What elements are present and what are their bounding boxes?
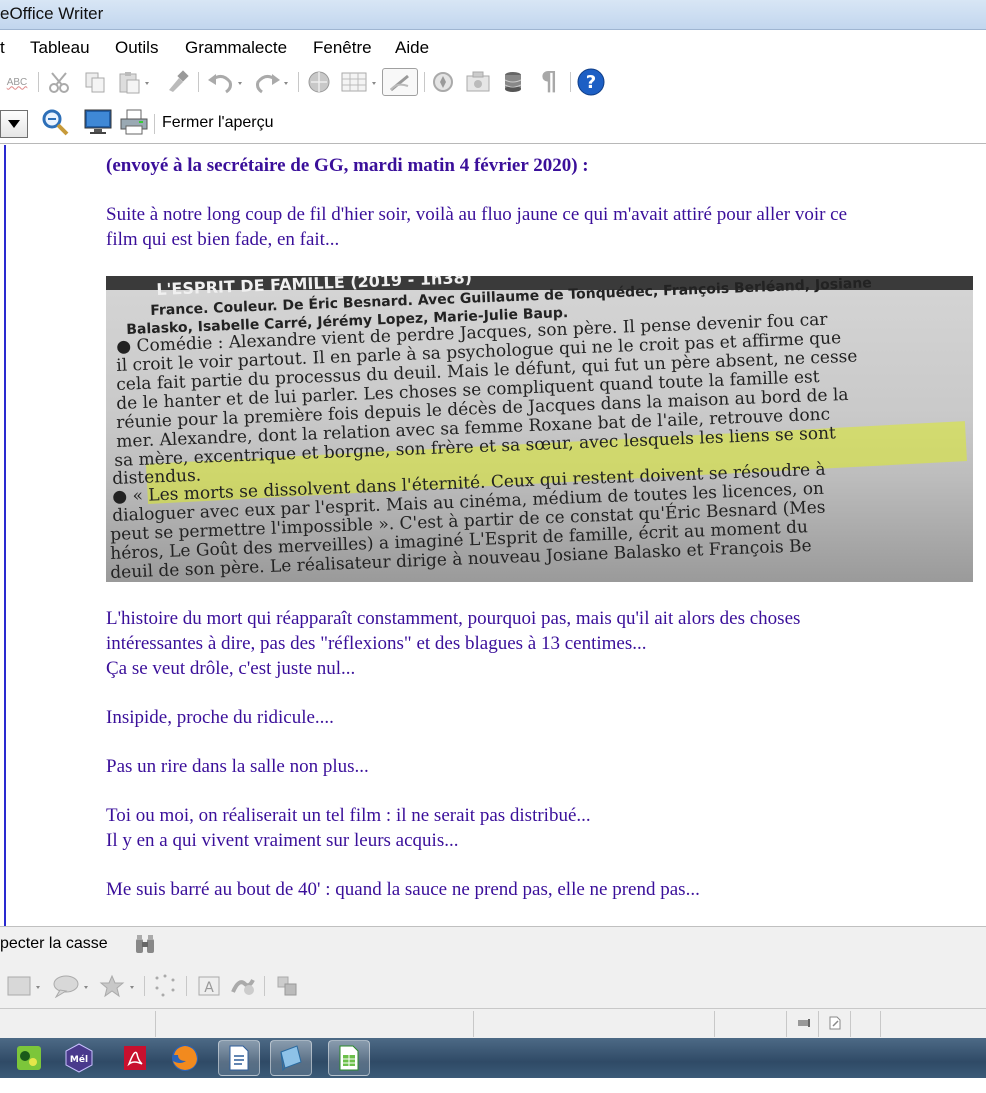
data-sources-icon[interactable] bbox=[498, 68, 528, 96]
hyperlink-icon[interactable] bbox=[304, 68, 334, 96]
svg-text:A: A bbox=[204, 980, 214, 996]
full-screen-icon[interactable] bbox=[82, 108, 114, 136]
acrobat-icon[interactable] bbox=[114, 1040, 156, 1076]
redo-icon[interactable] bbox=[250, 68, 294, 96]
undo-icon[interactable] bbox=[204, 68, 248, 96]
selection-mode-icon[interactable] bbox=[794, 1012, 814, 1034]
match-case-checkbox-label[interactable]: pecter la casse bbox=[0, 935, 108, 953]
table-icon[interactable] bbox=[338, 68, 382, 96]
close-preview-button[interactable]: Fermer l'aperçu bbox=[162, 114, 274, 132]
screen-bottom-margin bbox=[0, 1078, 986, 1093]
drawing-toolbar: A bbox=[0, 964, 986, 1008]
gallery-icon[interactable] bbox=[462, 68, 494, 96]
paste-icon[interactable] bbox=[114, 68, 156, 96]
find-toolbar: pecter la casse bbox=[0, 926, 986, 964]
rectangle-icon[interactable] bbox=[2, 972, 46, 1000]
svg-text:?: ? bbox=[586, 72, 596, 93]
windows-taskbar: Mél bbox=[0, 1038, 986, 1078]
paragraph-1-line-1: L'histoire du mort qui réapparaît consta… bbox=[106, 608, 801, 629]
document-modified-icon[interactable] bbox=[824, 1012, 846, 1034]
menu-help[interactable]: Aide bbox=[395, 38, 429, 58]
fontwork-icon[interactable] bbox=[228, 972, 258, 1000]
callout-icon[interactable] bbox=[50, 972, 94, 1000]
paragraph-1-line-2: intéressantes à dire, pas des "réflexion… bbox=[106, 633, 647, 654]
extrusion-icon[interactable] bbox=[272, 972, 302, 1000]
menu-tools[interactable]: Outils bbox=[115, 38, 158, 58]
mel-app-icon[interactable]: Mél bbox=[58, 1040, 100, 1076]
print-icon[interactable] bbox=[118, 108, 150, 136]
paragraph-4-line-2: Il y en a qui vivent vraiment sur leurs … bbox=[106, 830, 459, 851]
cut-icon[interactable] bbox=[44, 68, 74, 96]
clone-formatting-icon[interactable] bbox=[162, 68, 192, 96]
email-heading: (envoyé à la secrétaire de GG, mardi mat… bbox=[106, 155, 589, 176]
menu-table[interactable]: Tableau bbox=[30, 38, 90, 58]
newspaper-clipping-photo: L'ESPRIT DE FAMILLE (2019 - 1h38) France… bbox=[106, 276, 973, 582]
page-left-border bbox=[4, 145, 6, 926]
writer-icon[interactable] bbox=[218, 1040, 260, 1076]
firefox-icon[interactable] bbox=[164, 1040, 206, 1076]
copy-icon[interactable] bbox=[80, 68, 110, 96]
document-content[interactable]: (envoyé à la secrétaire de GG, mardi mat… bbox=[106, 153, 976, 902]
show-draw-functions-icon[interactable] bbox=[382, 68, 418, 96]
menu-bar: t Tableau Outils Grammalecte Fenêtre Aid… bbox=[0, 31, 986, 62]
menu-edit[interactable]: t bbox=[0, 38, 5, 58]
game-app-icon[interactable] bbox=[8, 1040, 50, 1076]
menu-window[interactable]: Fenêtre bbox=[313, 38, 372, 58]
paragraph-2: Insipide, proche du ridicule.... bbox=[106, 707, 334, 728]
window-title: eOffice Writer bbox=[0, 4, 104, 23]
status-bar bbox=[0, 1008, 986, 1038]
paragraph-5: Me suis barré au bout de 40' : quand la … bbox=[106, 879, 700, 900]
mel-label: Mél bbox=[70, 1054, 88, 1065]
zoom-dropdown[interactable] bbox=[0, 110, 28, 138]
standard-toolbar: ABC ¶ ? bbox=[0, 62, 986, 102]
calc-icon[interactable] bbox=[328, 1040, 370, 1076]
points-icon[interactable] bbox=[150, 972, 180, 1000]
intro-line-2: film qui est bien fade, en fait... bbox=[106, 229, 340, 250]
intro-line-1: Suite à notre long coup de fil d'hier so… bbox=[106, 204, 848, 225]
spellcheck-icon[interactable]: ABC bbox=[2, 68, 32, 96]
print-preview-toolbar: Fermer l'aperçu bbox=[0, 102, 986, 144]
menu-grammalecte[interactable]: Grammalecte bbox=[185, 38, 287, 58]
help-icon[interactable]: ? bbox=[576, 68, 606, 96]
document-area[interactable]: (envoyé à la secrétaire de GG, mardi mat… bbox=[0, 145, 986, 926]
notes-icon[interactable] bbox=[270, 1040, 312, 1076]
title-bar: eOffice Writer bbox=[0, 0, 986, 30]
spellcheck-label: ABC bbox=[6, 76, 28, 88]
text-box-icon[interactable]: A bbox=[194, 972, 224, 1000]
chevron-down-icon bbox=[8, 120, 20, 128]
zoom-icon[interactable] bbox=[40, 108, 70, 136]
paragraph-4-line-1: Toi ou moi, on réaliserait un tel film :… bbox=[106, 805, 591, 826]
paragraph-3: Pas un rire dans la salle non plus... bbox=[106, 756, 369, 777]
find-binoculars-icon[interactable] bbox=[130, 931, 160, 959]
paragraph-1-line-3: Ça se veut drôle, c'est juste nul... bbox=[106, 658, 356, 679]
formatting-marks-icon[interactable]: ¶ bbox=[534, 67, 564, 97]
star-icon[interactable] bbox=[96, 972, 140, 1000]
navigator-icon[interactable] bbox=[428, 68, 458, 96]
